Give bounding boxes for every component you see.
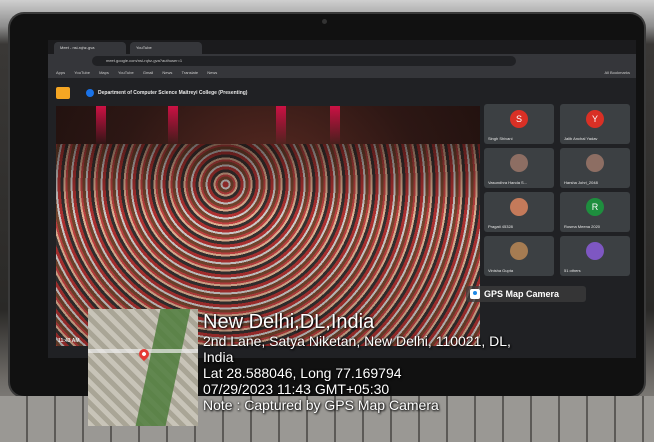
avatar: R xyxy=(586,198,604,216)
participant-tile[interactable]: Pragati 45328 xyxy=(484,192,554,232)
participant-name: Jalib Anchal Yadav xyxy=(564,136,598,141)
location-map-thumbnail xyxy=(88,309,198,426)
stage-light xyxy=(168,106,178,146)
participant-name: Rosma Meena 2020 xyxy=(564,224,601,229)
avatar xyxy=(586,242,604,260)
bookmark-item[interactable]: News xyxy=(207,68,217,78)
meet-app-icon xyxy=(56,87,70,99)
participant-name: Pragati 45328 xyxy=(488,224,513,229)
bookmark-item[interactable]: YouTube xyxy=(118,68,134,78)
meet-header: Department of Computer Science Maitreyi … xyxy=(48,82,636,104)
participant-tile[interactable]: S Singh Shivani xyxy=(484,104,554,144)
participant-name: 51 others xyxy=(564,268,581,273)
presenting-title: Department of Computer Science Maitreyi … xyxy=(98,90,248,96)
stage-light xyxy=(276,106,286,146)
participant-tile[interactable]: Vinisha Gupta xyxy=(484,236,554,276)
participant-grid: S Singh Shivani Y Jalib Anchal Yadav Vas… xyxy=(484,104,632,280)
browser-tab-bar: Meet - nsi-rqhz-gva YouTube xyxy=(48,40,636,54)
avatar xyxy=(510,198,528,216)
avatar xyxy=(510,154,528,172)
browser-tab-meet[interactable]: Meet - nsi-rqhz-gva xyxy=(54,42,126,54)
timestamp: 07/29/2023 11:43 GMT+05:30 xyxy=(203,381,390,397)
participant-name: Harsha Johri_2048 xyxy=(564,180,598,185)
participant-tile[interactable]: Harsha Johri_2048 xyxy=(560,148,630,188)
location-title: New Delhi,DL,India xyxy=(203,311,375,333)
participant-tile[interactable]: R Rosma Meena 2020 xyxy=(560,192,630,232)
avatar xyxy=(586,154,604,172)
stage-light xyxy=(330,106,340,146)
participant-name: Vasundhra Handa S... xyxy=(488,180,528,185)
gps-app-badge: GPS Map Camera xyxy=(466,286,586,302)
participant-name: Singh Shivani xyxy=(488,136,513,141)
bookmarks-bar: Apps YouTube Maps YouTube Gmail News Tra… xyxy=(48,68,636,78)
browser-tab-youtube[interactable]: YouTube xyxy=(130,42,202,54)
address-line: 2nd Lane, Satya Niketan, New Delhi, 1100… xyxy=(203,333,511,349)
bookmark-item[interactable]: News xyxy=(162,68,172,78)
bookmark-item[interactable]: YouTube xyxy=(74,68,90,78)
avatar: S xyxy=(510,110,528,128)
url-field[interactable]: meet.google.com/nsi-rqhz-gva?authuser=1 xyxy=(92,56,516,66)
capture-note: Note : Captured by GPS Map Camera xyxy=(203,397,439,413)
avatar: Y xyxy=(586,110,604,128)
gps-overlay: New Delhi,DL,India 2nd Lane, Satya Niket… xyxy=(203,311,643,413)
all-bookmarks-link[interactable]: All Bookmarks xyxy=(604,68,630,78)
participant-tile[interactable]: Y Jalib Anchal Yadav xyxy=(560,104,630,144)
gps-app-label: GPS Map Camera xyxy=(484,289,560,299)
participant-tile[interactable]: 51 others xyxy=(560,236,630,276)
address-bar: meet.google.com/nsi-rqhz-gva?authuser=1 xyxy=(48,54,636,68)
stage-light xyxy=(96,106,106,146)
map-park-area xyxy=(135,309,191,426)
bookmark-item[interactable]: Maps xyxy=(99,68,109,78)
webcam xyxy=(322,19,327,24)
meeting-clock: 11:43 AM xyxy=(58,338,80,344)
bookmark-item[interactable]: Apps xyxy=(56,68,65,78)
gps-camera-icon xyxy=(470,289,480,299)
presenter-avatar xyxy=(86,89,94,97)
coordinates: Lat 28.588046, Long 77.169794 xyxy=(203,365,402,381)
participant-name: Vinisha Gupta xyxy=(488,268,514,273)
avatar xyxy=(510,242,528,260)
bookmark-item[interactable]: Translate xyxy=(182,68,199,78)
bookmark-item[interactable]: Gmail xyxy=(143,68,153,78)
address-line: India xyxy=(203,349,234,365)
participant-tile[interactable]: Vasundhra Handa S... xyxy=(484,148,554,188)
